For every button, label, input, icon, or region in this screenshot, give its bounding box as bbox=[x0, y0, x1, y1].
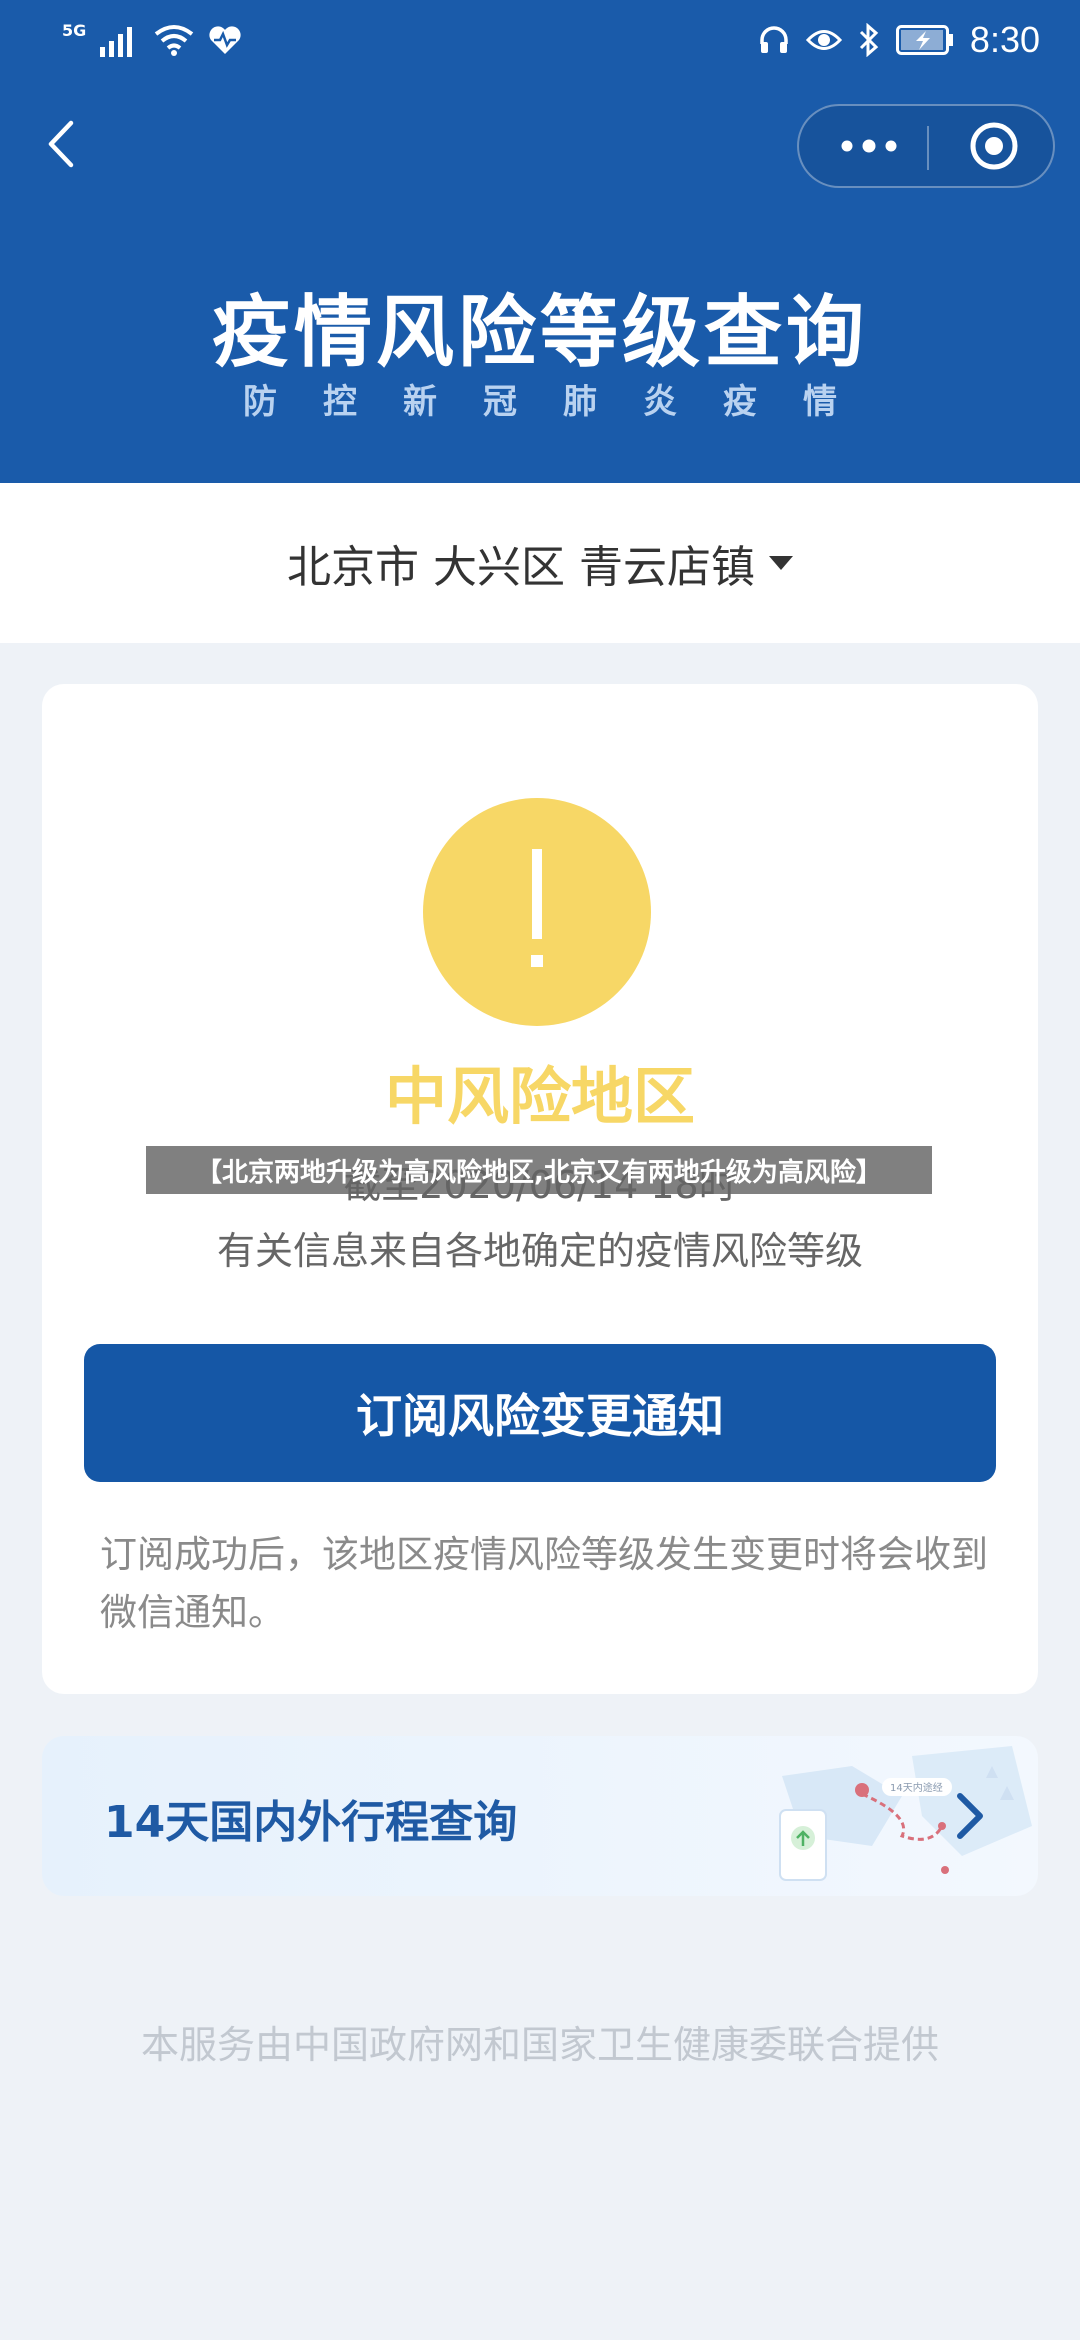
subtitle-char: 炎 bbox=[643, 382, 677, 422]
location-selector[interactable]: 北京市 大兴区 青云店镇 bbox=[0, 483, 1080, 643]
subtitle-char: 疫 bbox=[723, 382, 757, 422]
chevron-right-icon bbox=[957, 1793, 983, 1839]
map-badge-text: 14天内途经 bbox=[890, 1781, 943, 1794]
subtitle-char: 冠 bbox=[483, 382, 517, 422]
target-icon bbox=[970, 122, 1018, 170]
status-bar: 5G 8:30 bbox=[0, 0, 1080, 80]
headphones-icon bbox=[760, 26, 788, 53]
page-header: 5G 8:30 疫情风险等级查询 防 控 新 冠 肺 炎 疫 情 bbox=[0, 0, 1080, 483]
clock: 8:30 bbox=[969, 19, 1040, 60]
subtitle-char: 肺 bbox=[563, 382, 597, 422]
subscribe-button[interactable]: 订阅风险变更通知 bbox=[84, 1344, 996, 1482]
network-type: 5G bbox=[62, 20, 87, 40]
risk-level-label: 中风险地区 bbox=[384, 1060, 695, 1133]
more-dots-icon bbox=[841, 139, 897, 153]
page-subtitle: 防 控 新 冠 肺 炎 疫 情 bbox=[0, 374, 1080, 423]
service-provider-text: 本服务由中国政府网和国家卫生健康委联合提供 bbox=[140, 2023, 939, 2067]
status-left: 5G bbox=[62, 20, 242, 60]
travel-map-illustration: 14天内途经 bbox=[779, 1746, 1032, 1881]
subtitle-char: 控 bbox=[323, 382, 357, 422]
chevron-left-icon bbox=[48, 120, 74, 168]
location-text: 北京市 大兴区 青云店镇 bbox=[287, 542, 755, 593]
capsule-divider bbox=[927, 126, 929, 170]
overlay-caption: 【北京两地升级为高风险地区,北京又有两地升级为高风险】 bbox=[146, 1146, 932, 1194]
dropdown-triangle-icon bbox=[768, 556, 793, 570]
more-button[interactable] bbox=[819, 106, 919, 186]
wifi-icon bbox=[155, 25, 194, 56]
subtitle-char: 情 bbox=[803, 382, 837, 422]
warning-icon bbox=[423, 798, 651, 1026]
trip-query-label: 14天国内外行程查询 bbox=[104, 1797, 518, 1848]
subtitle-char: 新 bbox=[403, 382, 437, 422]
close-miniprogram-button[interactable] bbox=[939, 106, 1049, 186]
bluetooth-icon bbox=[859, 23, 879, 57]
subscribe-note: 订阅成功后，该地区疫情风险等级发生变更时将会收到微信通知。 bbox=[100, 1533, 988, 1634]
status-right: 8:30 bbox=[758, 16, 1040, 64]
page-title: 疫情风险等级查询 bbox=[211, 288, 868, 378]
info-source-text: 有关信息来自各地确定的疫情风险等级 bbox=[216, 1229, 863, 1273]
health-icon bbox=[209, 26, 241, 54]
subtitle-char: 防 bbox=[243, 382, 277, 422]
signal-icon bbox=[100, 27, 133, 57]
trip-query-card[interactable]: 14天国内外行程查询 14天内途经 bbox=[42, 1736, 1038, 1896]
miniprogram-capsule bbox=[797, 104, 1055, 188]
eye-icon bbox=[805, 30, 842, 50]
battery-icon bbox=[895, 25, 953, 55]
back-button[interactable] bbox=[36, 112, 84, 176]
